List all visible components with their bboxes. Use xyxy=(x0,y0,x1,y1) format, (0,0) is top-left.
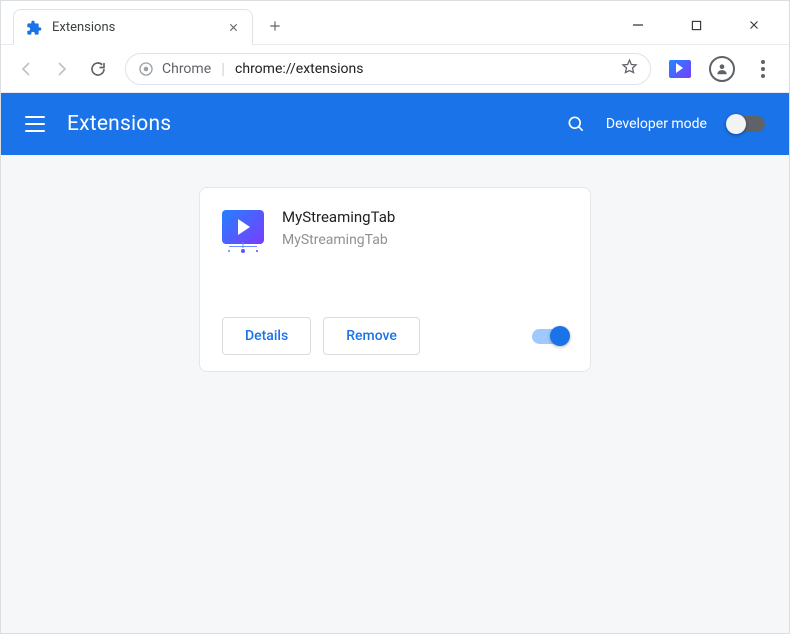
reload-button[interactable] xyxy=(83,54,113,84)
toolbar: Chrome | chrome://extensions xyxy=(1,45,789,93)
extensions-header: Extensions Developer mode xyxy=(1,93,789,155)
close-window-button[interactable] xyxy=(739,15,769,35)
developer-mode-toggle[interactable] xyxy=(727,116,765,132)
extension-toolbar-icon[interactable] xyxy=(669,60,691,78)
menu-hamburger-icon[interactable] xyxy=(25,116,45,132)
close-tab-icon[interactable] xyxy=(226,21,240,35)
extension-app-icon xyxy=(222,208,264,256)
maximize-button[interactable] xyxy=(681,15,711,35)
extension-card: MyStreamingTab MyStreamingTab Details Re… xyxy=(199,187,591,372)
extension-name: MyStreamingTab xyxy=(282,208,395,226)
browser-tab[interactable]: Extensions xyxy=(13,9,253,45)
search-icon[interactable] xyxy=(566,114,586,134)
extension-enable-toggle[interactable] xyxy=(532,329,568,344)
extension-puzzle-icon xyxy=(26,20,42,36)
profile-avatar-icon[interactable] xyxy=(709,56,735,82)
window-controls xyxy=(623,1,789,35)
details-button[interactable]: Details xyxy=(222,317,311,355)
content-area: MyStreamingTab MyStreamingTab Details Re… xyxy=(1,155,789,633)
omnibox-url: chrome://extensions xyxy=(235,61,363,77)
omnibox[interactable]: Chrome | chrome://extensions xyxy=(125,53,651,85)
omnibox-protocol: Chrome xyxy=(162,61,211,77)
developer-mode-label: Developer mode xyxy=(606,116,707,132)
tab-title: Extensions xyxy=(52,20,216,35)
minimize-button[interactable] xyxy=(623,15,653,35)
back-button[interactable] xyxy=(11,54,41,84)
omnibox-separator: | xyxy=(221,59,225,78)
bookmark-star-icon[interactable] xyxy=(621,58,638,79)
chrome-secure-icon xyxy=(138,61,154,77)
chrome-menu-icon[interactable] xyxy=(751,57,775,81)
new-tab-button[interactable] xyxy=(261,12,289,40)
extension-description: MyStreamingTab xyxy=(282,232,395,248)
page-title: Extensions xyxy=(67,112,171,136)
forward-button[interactable] xyxy=(47,54,77,84)
titlebar: Extensions xyxy=(1,1,789,45)
remove-button[interactable]: Remove xyxy=(323,317,420,355)
